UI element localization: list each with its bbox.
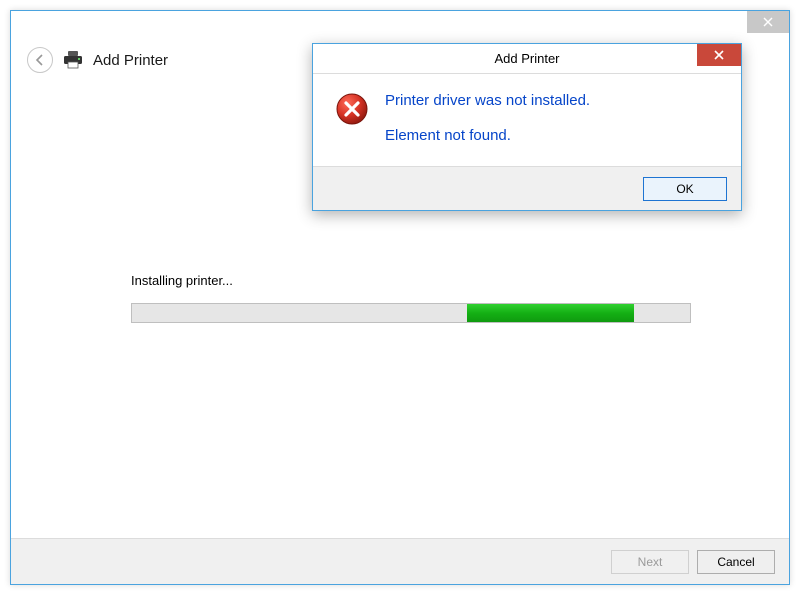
close-icon <box>714 50 724 60</box>
printer-icon <box>63 51 83 69</box>
error-dialog: Add Printer <box>312 43 742 211</box>
status-text: Installing printer... <box>131 273 233 288</box>
dialog-close-button[interactable] <box>697 44 741 66</box>
dialog-title: Add Printer <box>494 51 559 66</box>
next-button: Next <box>611 550 689 574</box>
progress-fill <box>467 304 634 322</box>
error-message-primary: Printer driver was not installed. <box>385 92 590 109</box>
outer-titlebar <box>11 11 789 37</box>
outer-close-button[interactable] <box>747 11 789 33</box>
dialog-body: Printer driver was not installed. Elemen… <box>313 74 741 166</box>
back-arrow-icon <box>33 53 47 67</box>
error-icon <box>335 92 369 126</box>
error-message-secondary: Element not found. <box>385 127 590 144</box>
close-icon <box>763 17 773 27</box>
back-button[interactable] <box>27 47 53 73</box>
progress-bar <box>131 303 691 323</box>
cancel-button[interactable]: Cancel <box>697 550 775 574</box>
ok-button[interactable]: OK <box>643 177 727 201</box>
dialog-footer: OK <box>313 166 741 210</box>
page-title: Add Printer <box>93 52 168 69</box>
wizard-footer: Next Cancel <box>11 538 789 584</box>
dialog-text: Printer driver was not installed. Elemen… <box>385 92 590 144</box>
dialog-titlebar: Add Printer <box>313 44 741 74</box>
